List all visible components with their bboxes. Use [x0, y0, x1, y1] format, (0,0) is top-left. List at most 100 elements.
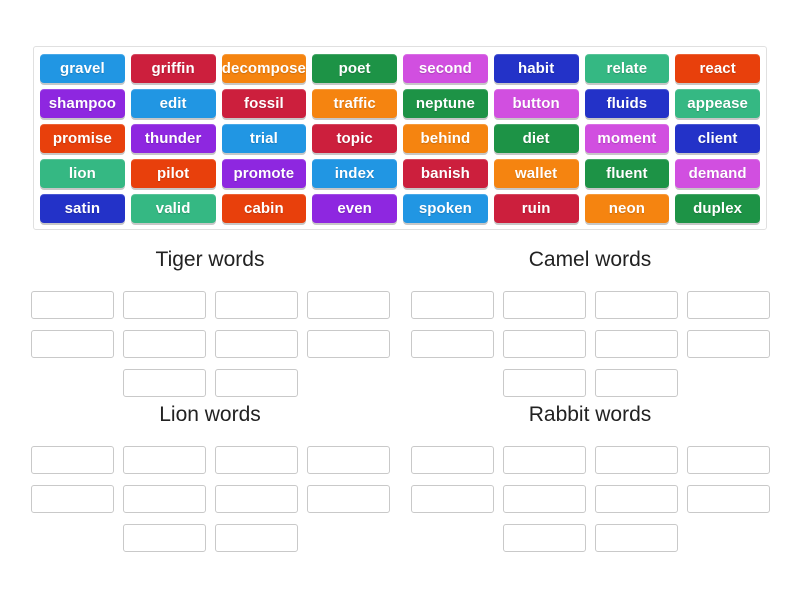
word-tile[interactable]: second	[403, 54, 488, 83]
drop-slot[interactable]	[686, 446, 770, 474]
word-tile[interactable]: pilot	[130, 159, 216, 188]
drop-slot-row	[400, 485, 780, 513]
category-group-tiger: Tiger words	[20, 248, 400, 408]
word-tile[interactable]: fluent	[584, 159, 670, 188]
drop-slot[interactable]	[30, 446, 114, 474]
word-tile[interactable]: moment	[584, 124, 670, 153]
drop-slot[interactable]	[306, 330, 390, 358]
word-tile[interactable]: griffin	[130, 54, 216, 83]
drop-slot-row	[400, 446, 780, 474]
drop-slot[interactable]	[30, 291, 114, 319]
drop-slot[interactable]	[594, 524, 678, 552]
drop-slot[interactable]	[306, 291, 390, 319]
drop-slot[interactable]	[594, 330, 678, 358]
drop-slot[interactable]	[122, 369, 206, 397]
drop-slot[interactable]	[410, 291, 494, 319]
drop-zone-area	[20, 291, 400, 397]
drop-slot[interactable]	[502, 446, 586, 474]
word-tile-row: lion pilot promote index banish wallet fluent d…	[37, 156, 763, 191]
drop-slot[interactable]	[122, 291, 206, 319]
word-tile[interactable]: thunder	[130, 124, 216, 153]
drop-slot[interactable]	[214, 446, 298, 474]
word-tile[interactable]: appease	[675, 89, 760, 118]
drop-slot[interactable]	[686, 330, 770, 358]
group-title: Tiger words	[155, 248, 265, 271]
drop-slot-row	[20, 369, 400, 397]
drop-slot[interactable]	[30, 330, 114, 358]
word-tile[interactable]: gravel	[40, 54, 125, 83]
word-tile[interactable]: spoken	[403, 194, 488, 223]
word-tile[interactable]: client	[675, 124, 760, 153]
drop-slot[interactable]	[122, 446, 206, 474]
word-tile[interactable]: relate	[584, 54, 670, 83]
word-tile[interactable]: neon	[584, 194, 670, 223]
drop-slot[interactable]	[686, 291, 770, 319]
category-group-camel: Camel words	[400, 248, 780, 408]
drop-slot[interactable]	[594, 485, 678, 513]
group-title: Rabbit words	[528, 403, 652, 426]
drop-slot[interactable]	[410, 485, 494, 513]
drop-slot[interactable]	[410, 446, 494, 474]
drop-zone-area	[400, 291, 780, 397]
drop-slot[interactable]	[502, 291, 586, 319]
word-tile[interactable]: promote	[221, 159, 307, 188]
word-tile[interactable]: habit	[493, 54, 579, 83]
drop-slot-row	[400, 330, 780, 358]
word-tile[interactable]: index	[312, 159, 397, 188]
word-tile[interactable]: satin	[40, 194, 125, 223]
drop-slot[interactable]	[214, 485, 298, 513]
word-tile-row: gravel griffin decompose poet second habit rel…	[37, 51, 763, 86]
drop-slot[interactable]	[306, 446, 390, 474]
word-tile[interactable]: duplex	[675, 194, 760, 223]
drop-slot[interactable]	[214, 330, 298, 358]
word-tile[interactable]: wallet	[493, 159, 579, 188]
word-tile[interactable]: fossil	[221, 89, 307, 118]
drop-slot-row	[400, 291, 780, 319]
word-tile[interactable]: cabin	[221, 194, 307, 223]
drop-slot[interactable]	[122, 330, 206, 358]
drop-slot[interactable]	[502, 330, 586, 358]
category-group-rabbit: Rabbit words	[400, 403, 780, 563]
word-tile[interactable]: even	[312, 194, 397, 223]
drop-slot[interactable]	[594, 369, 678, 397]
drop-slot[interactable]	[594, 446, 678, 474]
drop-slot[interactable]	[502, 524, 586, 552]
drop-slot[interactable]	[214, 369, 298, 397]
word-tile[interactable]: button	[493, 89, 579, 118]
word-tile[interactable]: poet	[312, 54, 397, 83]
word-tile[interactable]: decompose	[221, 54, 307, 83]
word-tile[interactable]: traffic	[312, 89, 397, 118]
drop-slot[interactable]	[30, 485, 114, 513]
word-tile[interactable]: edit	[130, 89, 216, 118]
drop-slot[interactable]	[214, 291, 298, 319]
word-tile[interactable]: trial	[221, 124, 307, 153]
drop-slot[interactable]	[410, 330, 494, 358]
word-tile[interactable]: banish	[403, 159, 488, 188]
word-tile[interactable]: react	[675, 54, 760, 83]
drop-slot-row	[20, 330, 400, 358]
word-tile[interactable]: neptune	[403, 89, 488, 118]
word-tile[interactable]: fluids	[584, 89, 670, 118]
group-title: Camel words	[528, 248, 652, 271]
word-tile[interactable]: ruin	[493, 194, 579, 223]
word-tile[interactable]: topic	[312, 124, 397, 153]
drop-slot[interactable]	[594, 291, 678, 319]
drop-slot[interactable]	[122, 485, 206, 513]
drop-slot[interactable]	[306, 485, 390, 513]
word-tile[interactable]: lion	[40, 159, 125, 188]
drop-slot[interactable]	[686, 485, 770, 513]
word-tile-row: promise thunder trial topic behind diet moment…	[37, 121, 763, 156]
word-tile[interactable]: promise	[40, 124, 125, 153]
drop-slot-row	[400, 369, 780, 397]
word-tile[interactable]: shampoo	[40, 89, 125, 118]
word-tile[interactable]: valid	[130, 194, 216, 223]
drop-slot[interactable]	[502, 369, 586, 397]
drop-slot[interactable]	[122, 524, 206, 552]
drop-slot[interactable]	[502, 485, 586, 513]
word-tile[interactable]: demand	[675, 159, 760, 188]
drop-zone-area	[400, 446, 780, 552]
word-bank: gravel griffin decompose poet second habit rel…	[33, 46, 767, 230]
drop-slot[interactable]	[214, 524, 298, 552]
word-tile[interactable]: diet	[493, 124, 579, 153]
word-tile[interactable]: behind	[403, 124, 488, 153]
